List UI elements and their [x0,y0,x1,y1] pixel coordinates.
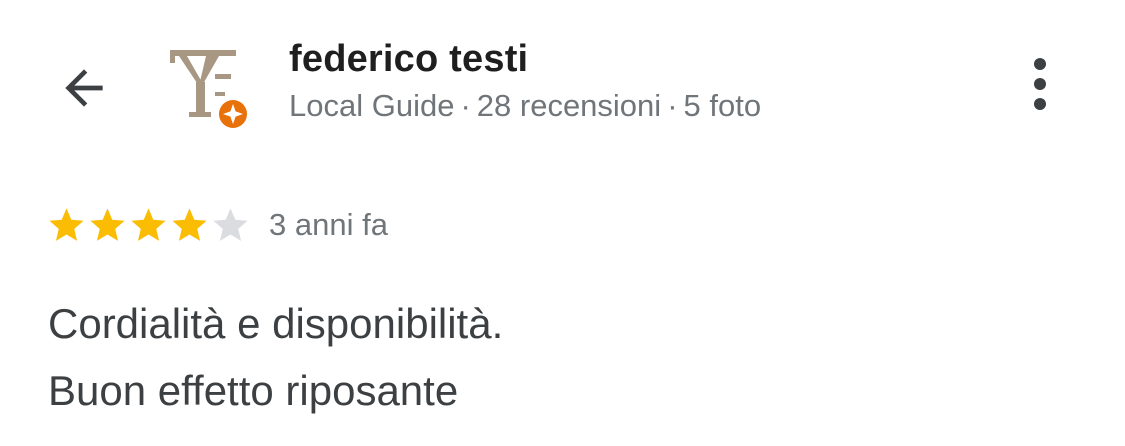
meta-separator: · [667,88,678,123]
star-filled-icon [172,207,207,241]
review-text: Cordialità e disponibilità. Buon effetto… [48,290,503,424]
rating-row: 3 anni fa [46,201,388,249]
star-filled-icon [131,207,166,241]
local-guide-label: Local Guide [289,88,455,123]
back-button[interactable] [50,54,118,122]
star-filled-icon [90,207,125,241]
more-vert-icon [1034,58,1046,110]
reviewer-meta: Local Guide · 28 recensioni · 5 foto [289,88,761,124]
review-line: Buon effetto riposante [48,367,459,414]
arrow-left-icon [65,69,103,107]
review-line: Cordialità e disponibilità. [48,300,504,347]
star-rating [46,205,251,246]
star-filled-icon [49,207,84,241]
star-empty-icon [213,207,248,241]
reviews-count: 28 recensioni [476,88,662,123]
more-options-button[interactable] [1012,52,1068,116]
meta-separator: · [460,88,471,123]
photos-count: 5 foto [683,88,762,123]
local-guide-badge-icon [216,97,250,131]
review-time: 3 anni fa [269,207,388,242]
avatar[interactable] [163,44,255,136]
reviewer-name[interactable]: federico testi [289,38,528,81]
